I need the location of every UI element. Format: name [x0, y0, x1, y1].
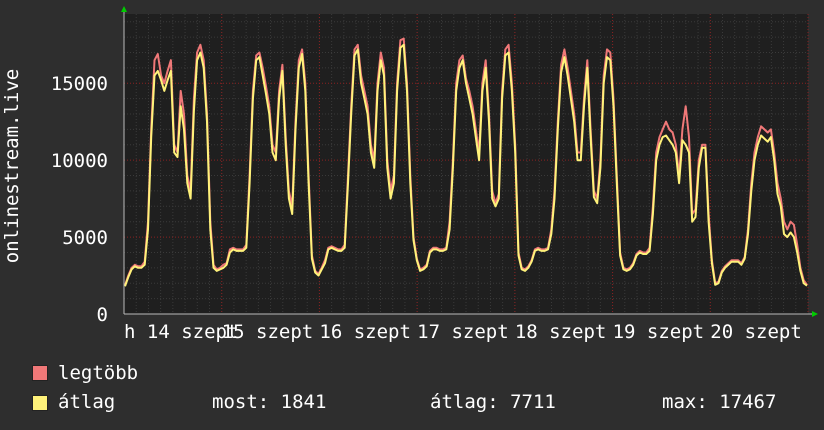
legend-label-max: legtöbb [58, 362, 139, 384]
stat-current: most: 1841 [212, 391, 327, 413]
x-tick-label: 15 szept [222, 321, 314, 343]
stat-maximum: max: 17467 [662, 391, 777, 413]
y-axis-arrow-icon [121, 6, 127, 12]
x-tick-label: 19 szept [613, 321, 705, 343]
y-tick-label: 5000 [62, 227, 108, 249]
y-axis-label: onlinestream.live [1, 69, 23, 263]
chart: 050001000015000 h 14 szept15 szept 16 sze… [1, 6, 818, 343]
y-tick-label: 10000 [51, 150, 108, 172]
stat-average: átlag: 7711 [430, 391, 556, 413]
x-tick-label: 18 szept [515, 321, 607, 343]
y-tick-label: 15000 [51, 73, 108, 95]
y-tick-labels: 0 5000 10000 15000 [51, 73, 108, 326]
y-tick-label: 0 [97, 304, 108, 326]
x-tick-label: 17 szept [417, 321, 509, 343]
x-tick-label: 20 szept [710, 321, 802, 343]
legend-swatch-avg [32, 395, 48, 411]
x-tick-labels: h 14 szept15 szept 16 szept 17 szept 18 sze… [124, 321, 802, 343]
legend-swatch-max [32, 365, 48, 381]
legend-label-avg: átlag [58, 391, 116, 413]
x-axis-arrow-icon [812, 311, 818, 317]
x-tick-label: 16 szept [319, 321, 411, 343]
